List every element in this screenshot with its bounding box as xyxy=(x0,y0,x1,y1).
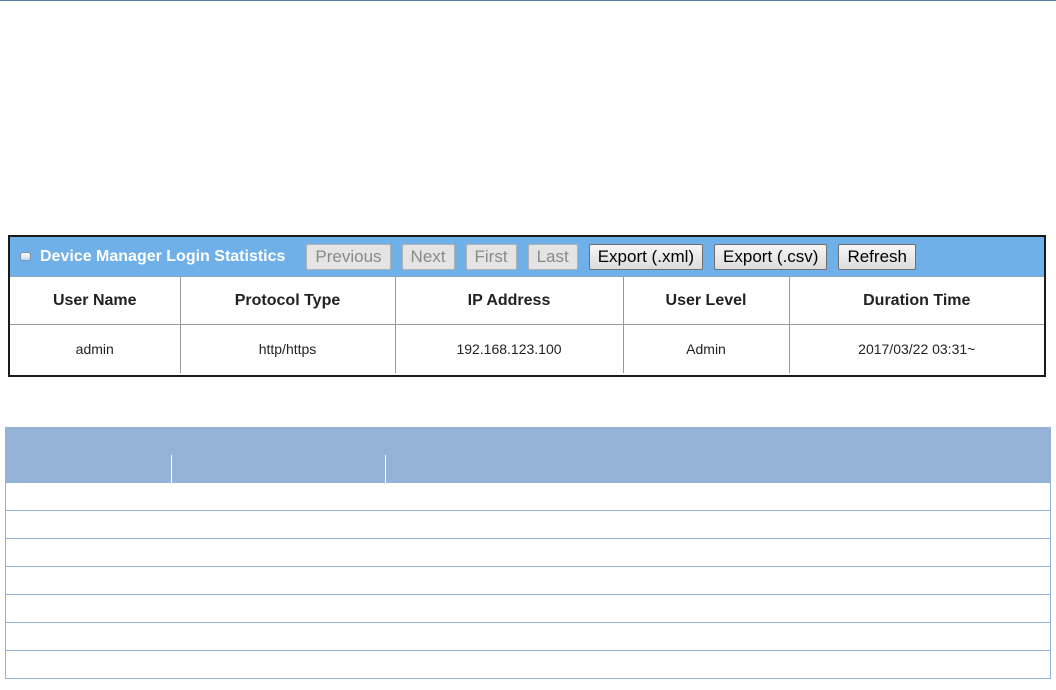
header-column-divider xyxy=(385,455,386,483)
first-button[interactable]: First xyxy=(465,243,517,270)
top-rule xyxy=(0,0,1056,1)
table-row: admin http/https 192.168.123.100 Admin 2… xyxy=(10,324,1044,373)
next-button[interactable]: Next xyxy=(401,243,455,270)
login-statistics-table: User Name Protocol Type IP Address User … xyxy=(10,277,1044,373)
export-xml-button[interactable]: Export (.xml) xyxy=(588,243,704,270)
description-row xyxy=(5,567,1051,595)
header-column-divider xyxy=(171,455,172,483)
export-csv-button[interactable]: Export (.csv) xyxy=(714,243,828,270)
column-header-ip-address: IP Address xyxy=(395,277,624,325)
description-row xyxy=(5,595,1051,623)
panel-title: Device Manager Login Statistics xyxy=(40,247,286,265)
cell-duration-time: 2017/03/22 03:31~ xyxy=(858,341,976,357)
table-header-row: User Name Protocol Type IP Address User … xyxy=(10,277,1044,325)
refresh-button[interactable]: Refresh xyxy=(838,243,916,270)
cell-user-level: Admin xyxy=(623,324,790,373)
description-row xyxy=(5,483,1051,511)
panel-bullet-icon xyxy=(20,252,31,261)
description-row xyxy=(5,539,1051,567)
column-header-user-level: User Level xyxy=(623,277,790,325)
cell-user-name: admin xyxy=(10,324,181,373)
description-table xyxy=(5,427,1051,679)
column-header-protocol-type: Protocol Type xyxy=(180,277,396,325)
column-header-duration-time: Duration Time xyxy=(789,277,1044,325)
description-row xyxy=(5,651,1051,679)
column-header-user-name: User Name xyxy=(10,277,181,325)
description-table-header xyxy=(5,427,1051,483)
panel-header: Device Manager Login Statistics Previous… xyxy=(10,237,1044,277)
login-statistics-panel: Device Manager Login Statistics Previous… xyxy=(8,235,1046,377)
cell-ip-address: 192.168.123.100 xyxy=(395,324,624,373)
description-row xyxy=(5,623,1051,651)
last-button[interactable]: Last xyxy=(527,243,578,270)
previous-button[interactable]: Previous xyxy=(306,243,391,270)
cell-protocol-type: http/https xyxy=(180,324,396,373)
description-row xyxy=(5,511,1051,539)
